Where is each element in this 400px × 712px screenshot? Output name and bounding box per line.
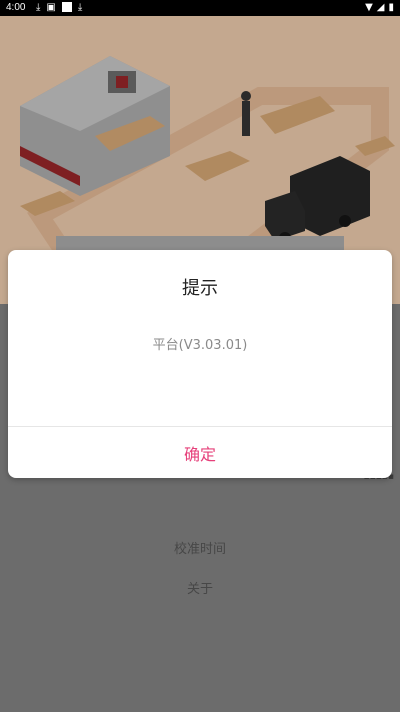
signal-icon: ◢ — [376, 2, 385, 13]
notification-icon: ▣ — [46, 2, 56, 13]
alert-dialog: 提示 平台(V3.03.01) 确定 — [8, 250, 392, 478]
wifi-icon: ▼ — [365, 2, 373, 13]
status-left-icons: ⤓ ▣ ⤓ — [36, 2, 82, 13]
status-bar: 4:00 ⤓ ▣ ⤓ ▼ ◢ ▮ — [0, 0, 400, 16]
dialog-title: 提示 — [182, 278, 218, 299]
download-icon: ⤓ — [36, 2, 41, 13]
dimmed-card-edge — [56, 236, 344, 250]
square-icon — [61, 2, 72, 12]
download-icon: ⤓ — [77, 2, 83, 13]
menu-item-calibrate-time[interactable]: 校准时间 — [174, 538, 226, 557]
status-time: 4:00 — [6, 2, 26, 13]
confirm-button[interactable]: 确定 — [8, 427, 392, 478]
menu-item-about[interactable]: 关于 — [187, 578, 213, 597]
status-right-icons: ▼ ◢ ▮ — [365, 2, 394, 13]
dialog-message: 平台(V3.03.01) — [152, 338, 248, 353]
battery-icon: ▮ — [388, 2, 394, 13]
